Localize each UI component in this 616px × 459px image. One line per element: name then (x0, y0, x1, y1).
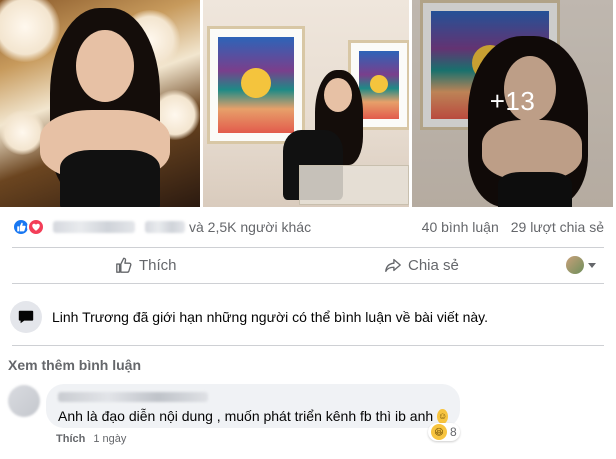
smile-emoji-icon: ☺ (437, 408, 448, 424)
flower-decoration (0, 110, 45, 155)
comment-like-link[interactable]: Thích (56, 433, 85, 445)
blurred-commenter-name[interactable] (58, 392, 208, 402)
person-dress (60, 150, 160, 207)
love-reaction-icon (27, 218, 45, 236)
share-button-label: Chia sẻ (408, 256, 459, 274)
avatar (566, 256, 584, 274)
thumbs-up-icon (116, 257, 132, 273)
display-case (299, 165, 409, 205)
person-face (324, 78, 352, 112)
share-button[interactable]: Chia sẻ (384, 256, 459, 274)
comment-bubble: Anh là đạo diễn nội dung , muốn phát tri… (46, 384, 460, 428)
speech-bubble-icon (10, 301, 42, 333)
post-photo-2[interactable] (203, 0, 409, 207)
reactions-others-text[interactable]: và 2,5K người khác (189, 219, 311, 235)
view-more-comments-link[interactable]: Xem thêm bình luận (8, 357, 141, 373)
comment-meta: Thích 1 ngày (56, 433, 126, 445)
blurred-name (53, 221, 135, 233)
share-arrow-icon (385, 258, 401, 272)
divider (12, 247, 604, 248)
reactions-summary-bar: và 2,5K người khác 40 bình luận 29 lượt … (0, 207, 616, 247)
more-photos-count[interactable]: +13 (412, 86, 613, 117)
post-photo-3[interactable]: +13 (412, 0, 613, 207)
reaction-count: 8 (450, 425, 457, 439)
post-actions: Thích Chia sẻ (0, 249, 616, 281)
artwork-frame (207, 26, 305, 144)
comment-text: Anh là đạo diễn nội dung , muốn phát tri… (58, 408, 448, 424)
post-stats: 40 bình luận 29 lượt chia sẻ (422, 219, 604, 235)
restriction-text: Linh Trương đã giới hạn những người có t… (52, 309, 489, 325)
divider (12, 345, 604, 346)
comment-reaction-count[interactable]: 😆 8 (428, 423, 460, 441)
comment-restriction-notice: Linh Trương đã giới hạn những người có t… (10, 296, 606, 338)
shares-count[interactable]: 29 lượt chia sẻ (511, 219, 604, 235)
comment-timestamp[interactable]: 1 ngày (93, 433, 126, 445)
haha-reaction-icon: 😆 (431, 424, 447, 440)
blurred-name (145, 221, 185, 233)
comments-count[interactable]: 40 bình luận (422, 219, 499, 235)
chevron-down-icon (588, 262, 596, 268)
commenter-avatar[interactable] (8, 385, 40, 417)
comment-as-selector[interactable] (566, 256, 596, 274)
divider (12, 283, 604, 284)
person-face (76, 30, 134, 102)
post-photo-grid: +13 (0, 0, 616, 207)
like-button[interactable]: Thích (115, 256, 177, 274)
like-button-label: Thích (139, 256, 177, 274)
comment-body: Anh là đạo diễn nội dung , muốn phát tri… (58, 408, 434, 424)
reaction-icons[interactable] (12, 218, 45, 236)
post-photo-1[interactable] (0, 0, 200, 207)
flower-decoration (0, 0, 60, 62)
